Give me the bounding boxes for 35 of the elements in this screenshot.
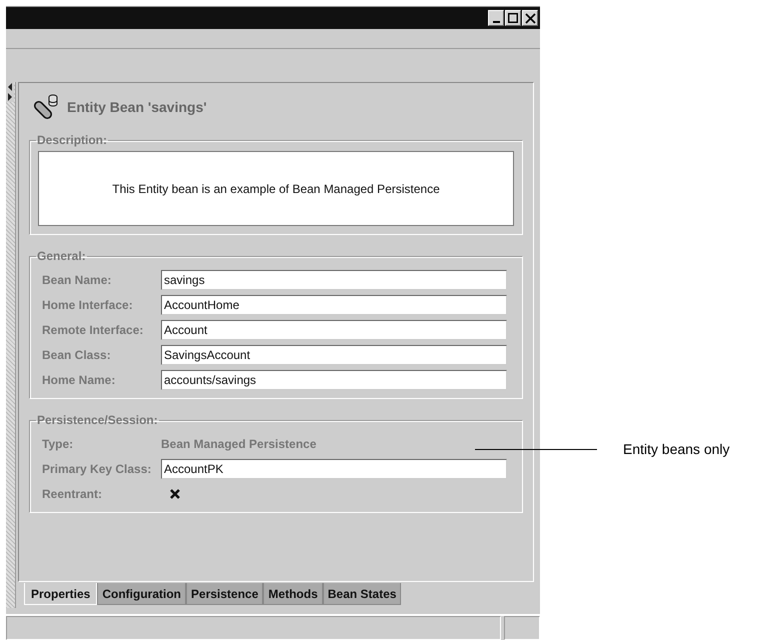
group-label: Description:: [36, 133, 108, 147]
field-label: Bean Name:: [42, 273, 112, 287]
maximize-icon: [508, 13, 518, 23]
bean-title: Entity Bean 'savings': [67, 99, 207, 115]
text-field[interactable]: AccountHome: [161, 295, 507, 315]
text-field[interactable]: Account: [161, 320, 507, 340]
close-icon: [524, 12, 536, 24]
field-value: Bean Managed Persistence: [161, 437, 316, 451]
group-label: Persistence/Session:: [36, 413, 159, 427]
text-field[interactable]: AccountPK: [161, 459, 507, 479]
text-field[interactable]: accounts/savings: [161, 370, 507, 390]
tab[interactable]: Persistence: [186, 583, 264, 605]
close-button[interactable]: [522, 10, 538, 26]
text-field[interactable]: savings: [161, 270, 507, 290]
field-label: Bean Class:: [42, 348, 112, 362]
field-label: Home Interface:: [42, 298, 134, 312]
description-text: This Entity bean is an example of Bean Managed Persistence: [38, 151, 514, 226]
group-label: General:: [36, 249, 87, 263]
tab[interactable]: Methods: [263, 583, 323, 605]
text-field[interactable]: SavingsAccount: [161, 345, 507, 365]
tab[interactable]: Bean States: [322, 583, 402, 605]
tab[interactable]: Configuration: [97, 583, 186, 605]
field-label: Reentrant:: [42, 487, 104, 501]
field-label: Type:: [42, 437, 74, 451]
field-label: Home Name:: [42, 373, 116, 387]
field-label: Remote Interface:: [42, 323, 144, 337]
checked-x-icon[interactable]: [169, 488, 181, 500]
minimize-button[interactable]: [488, 10, 504, 26]
splitter-handle[interactable]: [6, 82, 16, 608]
field-label: Primary Key Class:: [42, 462, 152, 476]
tab[interactable]: Properties: [24, 583, 98, 605]
minimize-icon: [492, 21, 500, 23]
annotation-text: Entity beans only: [623, 441, 730, 457]
collapse-arrows-icon[interactable]: [6, 82, 14, 102]
maximize-button[interactable]: [505, 10, 521, 26]
